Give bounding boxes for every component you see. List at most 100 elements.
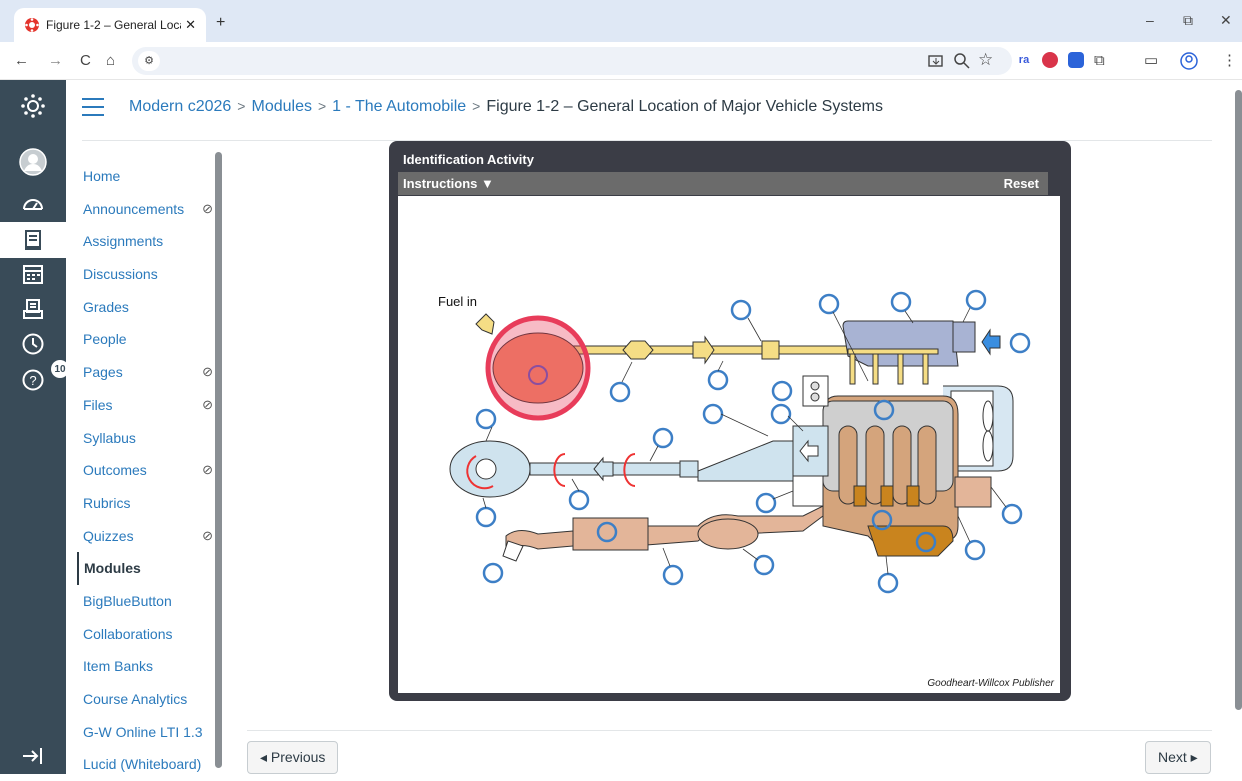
- course-nav-gw-online[interactable]: G-W Online LTI 1.3: [77, 716, 217, 749]
- account-avatar-icon[interactable]: [19, 148, 47, 176]
- home-icon[interactable]: ⌂: [106, 51, 115, 71]
- extensions-puzzle-icon[interactable]: ⧉: [1094, 51, 1105, 71]
- inbox-icon[interactable]: [19, 295, 47, 323]
- course-nav-lucid[interactable]: Lucid (Whiteboard): [77, 748, 217, 781]
- hidden-eye-icon: ⊘: [202, 527, 213, 543]
- breadcrumb-modules-link[interactable]: Modules: [251, 98, 311, 115]
- breadcrumb-separator: >: [317, 98, 327, 114]
- forward-icon[interactable]: →: [48, 51, 63, 71]
- fan-blade: [982, 400, 994, 432]
- course-nav-modules[interactable]: Modules: [77, 552, 217, 585]
- minimize-icon[interactable]: –: [1146, 12, 1154, 28]
- course-nav-grades[interactable]: Grades: [77, 291, 217, 324]
- course-nav-announcements[interactable]: Announcements ⊘: [77, 193, 217, 226]
- course-nav-collaborations[interactable]: Collaborations: [77, 618, 217, 651]
- global-nav: ? 10: [0, 80, 69, 774]
- hidden-eye-icon: ⊘: [202, 364, 213, 380]
- selected-hotspot-ring[interactable]: [485, 315, 591, 421]
- dashboard-icon[interactable]: [19, 190, 47, 218]
- course-nav-course-analytics[interactable]: Course Analytics: [77, 683, 217, 716]
- breadcrumb-module-link[interactable]: 1 - The Automobile: [332, 98, 466, 115]
- browser-tab[interactable]: Figure 1-2 – General Location o ✕: [14, 8, 206, 42]
- breadcrumb-current-page: Figure 1-2 – General Location of Major V…: [486, 98, 883, 115]
- history-icon[interactable]: [19, 330, 47, 358]
- reset-button[interactable]: Reset: [1004, 176, 1039, 191]
- previous-button[interactable]: ◂ Previous: [247, 741, 339, 774]
- breadcrumb-separator: >: [237, 98, 246, 114]
- course-nav-rubrics[interactable]: Rubrics: [77, 487, 217, 520]
- course-nav-quizzes[interactable]: Quizzes ⊘: [77, 520, 217, 553]
- fuel-inlet-arrow: [475, 313, 495, 335]
- breadcrumb-course-link[interactable]: Modern c2026: [129, 98, 231, 115]
- canvas-favicon-icon: [25, 18, 39, 32]
- courses-icon[interactable]: [0, 222, 66, 258]
- profile-icon[interactable]: [1180, 52, 1198, 70]
- footer-divider: [247, 730, 1212, 731]
- svg-text:?: ?: [29, 373, 36, 388]
- course-nav-label: Lucid (Whiteboard): [83, 756, 202, 773]
- extension-red-icon[interactable]: [1042, 52, 1058, 68]
- course-nav-label: Syllabus: [83, 429, 136, 446]
- course-nav-label: Course Analytics: [83, 691, 188, 707]
- publisher-credit: Goodheart-Willcox Publisher: [927, 678, 1054, 689]
- reading-list-icon[interactable]: ▭: [1144, 51, 1158, 71]
- course-nav-label: Quizzes: [83, 527, 134, 544]
- course-nav-item-banks[interactable]: Item Banks: [77, 650, 217, 683]
- course-nav-label: Rubrics: [83, 494, 131, 511]
- course-nav-label: Assignments: [83, 233, 164, 250]
- install-app-icon[interactable]: [928, 53, 944, 69]
- course-nav-home[interactable]: Home: [77, 160, 217, 193]
- tab-title: Figure 1-2 – General Location o: [46, 18, 181, 32]
- calendar-icon[interactable]: [19, 260, 47, 288]
- activity-scrollbar: [1048, 172, 1061, 195]
- course-nav-pages[interactable]: Pages ⊘: [77, 356, 217, 389]
- collapse-nav-icon[interactable]: [19, 742, 47, 770]
- course-nav-syllabus[interactable]: Syllabus: [77, 422, 217, 455]
- browser-toolbar: ← → C ⌂ ⚙ ☆ ra ⧉ ▭ ⋮: [0, 42, 1242, 80]
- course-nav-assignments[interactable]: Assignments: [77, 225, 217, 258]
- restore-icon[interactable]: ⧉: [1183, 12, 1193, 29]
- next-button[interactable]: Next ▸: [1145, 741, 1211, 774]
- instructions-toggle[interactable]: Instructions ▼: [403, 176, 494, 191]
- diagram-canvas: Fuel in Goodheart-Willcox Publisher: [398, 196, 1060, 693]
- reload-icon[interactable]: C: [80, 51, 91, 71]
- course-nav-label: Discussions: [83, 266, 158, 283]
- universal-joint: [679, 460, 699, 478]
- breadcrumb-separator: >: [472, 98, 481, 114]
- zoom-icon[interactable]: [954, 53, 970, 69]
- canvas-logo-icon[interactable]: [19, 92, 47, 120]
- help-icon[interactable]: ? 10: [19, 360, 69, 394]
- course-nav: Home Announcements ⊘ Assignments Discussi…: [77, 160, 217, 781]
- course-nav-people[interactable]: People: [77, 323, 217, 356]
- activity-toolbar: Instructions ▼ Reset: [398, 172, 1048, 195]
- course-nav-files[interactable]: Files ⊘: [77, 389, 217, 422]
- fuel-in-label: Fuel in: [438, 294, 477, 309]
- course-menu-toggle-icon[interactable]: [82, 98, 104, 122]
- browser-menu-icon[interactable]: ⋮: [1222, 51, 1237, 71]
- back-icon[interactable]: ←: [14, 51, 29, 71]
- hidden-eye-icon: ⊘: [202, 200, 213, 216]
- close-window-icon[interactable]: ✕: [1220, 12, 1232, 29]
- exhaust-pipe: [505, 505, 824, 553]
- site-settings-icon[interactable]: ⚙: [138, 51, 160, 71]
- course-nav-discussions[interactable]: Discussions: [77, 258, 217, 291]
- address-bar[interactable]: ⚙: [132, 47, 1012, 75]
- course-nav-scrollbar[interactable]: [215, 152, 222, 768]
- fuel-flow-arrow: [692, 335, 715, 365]
- catalytic-converter: [697, 518, 759, 550]
- page-scrollbar[interactable]: [1235, 90, 1242, 710]
- ignition-module: [802, 375, 829, 407]
- air-flow-arrow: [981, 328, 1001, 356]
- air-intake-duct: [697, 440, 794, 482]
- bookmark-star-icon[interactable]: ☆: [978, 50, 993, 70]
- new-tab-button[interactable]: +: [216, 14, 225, 32]
- extension-ra-icon[interactable]: ra: [1016, 52, 1032, 68]
- course-nav-label: Outcomes: [83, 462, 147, 479]
- tab-close-icon[interactable]: ✕: [185, 17, 196, 33]
- course-nav-label: People: [83, 331, 127, 348]
- extension-blue-icon[interactable]: [1068, 52, 1084, 68]
- course-nav-outcomes[interactable]: Outcomes ⊘: [77, 454, 217, 487]
- activity-title: Identification Activity: [403, 152, 534, 167]
- course-nav-bigbluebutton[interactable]: BigBlueButton: [77, 585, 217, 618]
- course-nav-label: BigBlueButton: [83, 592, 172, 609]
